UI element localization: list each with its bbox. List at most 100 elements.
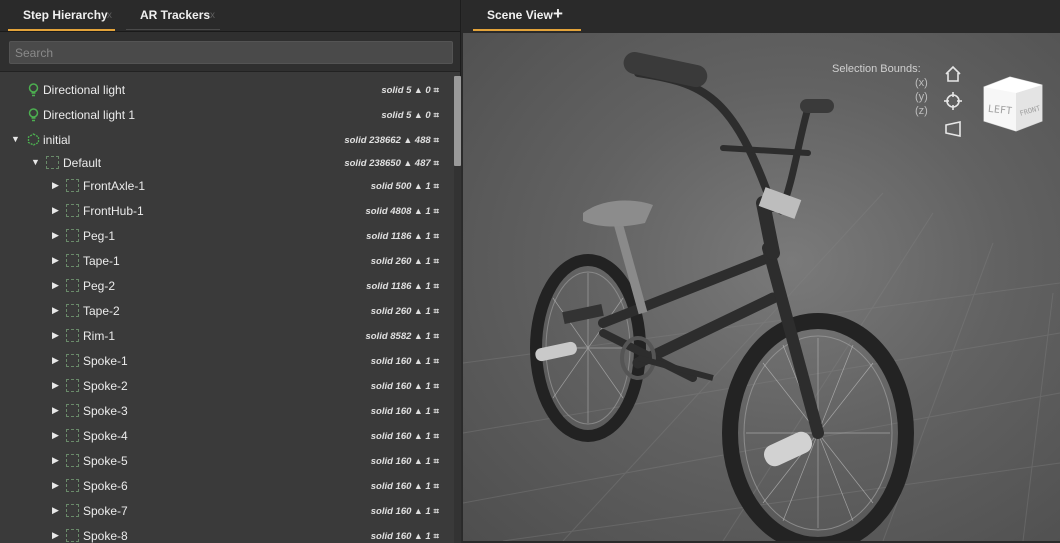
expand-right-icon[interactable]: ▶ <box>52 380 59 391</box>
mesh-icon: ⌗ <box>433 506 439 517</box>
view-cube[interactable]: LEFT FRONT <box>980 73 1046 133</box>
tree-row[interactable]: ▶ Spoke-4 solid 160 ▲ 1 ⌗ <box>0 424 453 448</box>
tree-row[interactable]: Directional light solid 5 ▲ 0 ⌗ <box>0 78 453 102</box>
expand-right-icon[interactable]: ▶ <box>52 505 59 516</box>
tree-row-stats: solid 5 ▲ 0 ⌗ <box>381 85 439 96</box>
tree-row-label: FrontAxle-1 <box>83 179 146 193</box>
triangle-icon: ▲ <box>411 256 426 266</box>
tree-row[interactable]: ▶ Spoke-2 solid 160 ▲ 1 ⌗ <box>0 374 453 398</box>
mesh-icon: ⌗ <box>433 356 439 367</box>
stats-solid-count: solid 160 <box>370 506 412 517</box>
seat <box>583 200 653 227</box>
tree-row[interactable]: ▶ Spoke-5 solid 160 ▲ 1 ⌗ <box>0 449 453 473</box>
stats-mesh-count: 0 <box>425 110 431 121</box>
tree-row[interactable]: ▶ Rim-1 solid 8582 ▲ 1 ⌗ <box>0 324 453 348</box>
tree-row-label: Default <box>63 156 102 170</box>
tree-row[interactable]: ▶ Spoke-7 solid 160 ▲ 1 ⌗ <box>0 499 453 523</box>
mesh-icon: ⌗ <box>433 481 439 492</box>
tree-row-label: Tape-2 <box>83 304 120 318</box>
search-input[interactable] <box>9 41 453 64</box>
expand-right-icon[interactable]: ▶ <box>52 180 59 191</box>
mesh-icon: ⌗ <box>433 158 439 169</box>
tab-scene-view[interactable]: Scene View <box>487 8 553 22</box>
tree-row[interactable]: ▼ Default solid 238650 ▲ 487 ⌗ <box>0 151 453 175</box>
expand-right-icon[interactable]: ▶ <box>52 255 59 266</box>
tree-row[interactable]: ▶ Tape-2 solid 260 ▲ 1 ⌗ <box>0 299 453 323</box>
expand-right-icon[interactable]: ▶ <box>52 205 59 216</box>
stats-solid-count: solid 5 <box>381 110 412 121</box>
part-box-icon <box>66 229 79 242</box>
stats-solid-count: solid 160 <box>370 381 412 392</box>
part-box-icon <box>66 354 79 367</box>
hierarchy-tree: Directional light solid 5 ▲ 0 ⌗ Directional… <box>0 76 453 543</box>
triangle-icon: ▲ <box>411 206 426 216</box>
tree-row-stats: solid 4808 ▲ 1 ⌗ <box>365 206 439 217</box>
tab-step-hierarchy[interactable]: Step Hierarchy x <box>23 0 112 32</box>
floor-grid <box>463 192 1060 541</box>
stats-mesh-count: 1 <box>425 231 431 242</box>
tree-row[interactable]: ▶ Spoke-3 solid 160 ▲ 1 ⌗ <box>0 399 453 423</box>
stats-mesh-count: 1 <box>425 456 431 467</box>
tree-row[interactable]: ▶ Spoke-6 solid 160 ▲ 1 ⌗ <box>0 474 453 498</box>
expand-right-icon[interactable]: ▶ <box>52 355 59 366</box>
expand-right-icon[interactable]: ▶ <box>52 330 59 341</box>
expand-down-icon[interactable]: ▼ <box>11 134 20 144</box>
group-node-icon <box>27 133 40 146</box>
tree-row-label: Spoke-5 <box>83 454 128 468</box>
expand-right-icon[interactable]: ▶ <box>52 280 59 291</box>
tree-row-label: Spoke-4 <box>83 429 128 443</box>
part-box-icon <box>66 404 79 417</box>
tree-row[interactable]: Directional light 1 solid 5 ▲ 0 ⌗ <box>0 103 453 127</box>
expand-right-icon[interactable]: ▶ <box>52 230 59 241</box>
scene-viewport[interactable]: Selection Bounds: (x) (y) (z) LEFT FRONT <box>463 33 1060 541</box>
stats-mesh-count: 1 <box>425 256 431 267</box>
triangle-icon: ▲ <box>400 158 415 168</box>
home-icon[interactable] <box>943 64 963 84</box>
triangle-icon: ▲ <box>411 231 426 241</box>
tree-row-stats: solid 160 ▲ 1 ⌗ <box>371 481 439 492</box>
pedal <box>562 303 604 325</box>
expand-right-icon[interactable]: ▶ <box>52 530 59 541</box>
expand-right-icon[interactable]: ▶ <box>52 305 59 316</box>
triangle-icon: ▲ <box>411 85 426 95</box>
expand-down-icon[interactable]: ▼ <box>31 157 40 167</box>
projection-icon[interactable] <box>943 119 963 139</box>
stats-mesh-count: 1 <box>425 431 431 442</box>
close-icon[interactable]: x <box>210 10 215 21</box>
part-box-icon <box>66 454 79 467</box>
tree-row[interactable]: ▶ Peg-2 solid 1186 ▲ 1 ⌗ <box>0 274 453 298</box>
tree-row[interactable]: ▼ initial solid 238662 ▲ 488 ⌗ <box>0 128 453 152</box>
tab-divider <box>126 29 220 30</box>
tree-row[interactable]: ▶ Tape-1 solid 260 ▲ 1 ⌗ <box>0 249 453 273</box>
triangle-icon: ▲ <box>411 331 426 341</box>
stats-solid-count: solid 8582 <box>365 331 412 342</box>
expand-right-icon[interactable]: ▶ <box>52 430 59 441</box>
tree-row[interactable]: ▶ Peg-1 solid 1186 ▲ 1 ⌗ <box>0 224 453 248</box>
triangle-icon: ▲ <box>411 531 426 541</box>
tree-row[interactable]: ▶ FrontHub-1 solid 4808 ▲ 1 ⌗ <box>0 199 453 223</box>
tree-row[interactable]: ▶ Spoke-8 solid 160 ▲ 1 ⌗ <box>0 524 453 543</box>
tree-row-label: Peg-2 <box>83 279 116 293</box>
focus-target-icon[interactable] <box>943 91 963 111</box>
close-icon[interactable]: x <box>107 10 112 21</box>
tree-row[interactable]: ▶ Spoke-1 solid 160 ▲ 1 ⌗ <box>0 349 453 373</box>
stats-solid-count: solid 160 <box>370 531 412 542</box>
tree-row[interactable]: ▶ FrontAxle-1 solid 500 ▲ 1 ⌗ <box>0 174 453 198</box>
mesh-icon: ⌗ <box>433 110 439 121</box>
triangle-icon: ▲ <box>411 456 426 466</box>
light-bulb-icon <box>27 83 40 97</box>
tree-scrollbar[interactable] <box>454 76 461 543</box>
add-tab-button[interactable]: + <box>553 4 563 24</box>
expand-right-icon[interactable]: ▶ <box>52 455 59 466</box>
stats-solid-count: solid 500 <box>370 181 412 192</box>
stats-solid-count: solid 4808 <box>365 206 412 217</box>
scrollbar-thumb[interactable] <box>454 76 461 166</box>
expand-right-icon[interactable]: ▶ <box>52 480 59 491</box>
tree-row-label: Spoke-6 <box>83 479 128 493</box>
stats-mesh-count: 1 <box>425 181 431 192</box>
stats-mesh-count: 1 <box>425 506 431 517</box>
stats-mesh-count: 1 <box>425 381 431 392</box>
tab-ar-trackers[interactable]: AR Trackers x <box>140 0 215 32</box>
expand-right-icon[interactable]: ▶ <box>52 405 59 416</box>
stats-solid-count: solid 160 <box>370 406 412 417</box>
